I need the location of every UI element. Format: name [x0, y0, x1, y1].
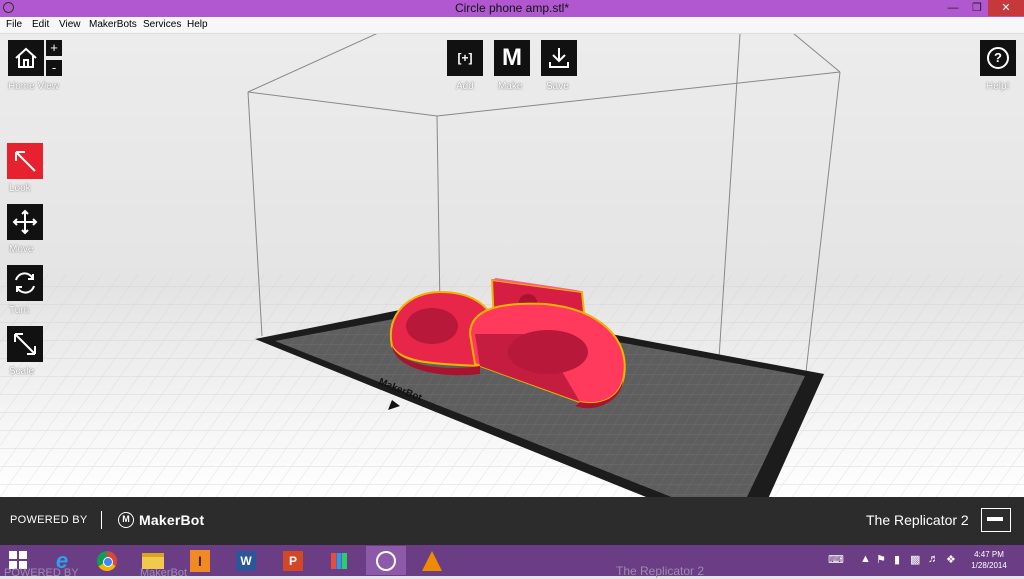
menu-file[interactable]: File [6, 19, 22, 30]
menu-edit[interactable]: Edit [32, 19, 49, 30]
menu-makerbots[interactable]: MakerBots [89, 19, 137, 30]
vlc-icon[interactable] [412, 546, 452, 575]
zoom-in-button[interactable]: + [46, 40, 62, 56]
illustrator-icon[interactable]: I [180, 546, 220, 575]
divider [101, 511, 102, 529]
scale-label: Scale [9, 366, 35, 377]
menu-services[interactable]: Services [143, 19, 181, 30]
windows-taskbar: POWERED BY MakerBot e I W P The Replicat… [0, 545, 1024, 579]
add-button[interactable]: [+] [447, 40, 483, 76]
powered-by-text: POWERED BY [10, 514, 88, 526]
apps-icon[interactable] [319, 546, 359, 575]
move-arrows-icon [12, 209, 38, 235]
3d-viewport[interactable]: MakerBot + - Home View [+] Add M Make Sa… [0, 34, 1024, 497]
chrome-icon[interactable] [87, 546, 127, 575]
file-explorer-icon[interactable] [133, 546, 173, 575]
internet-explorer-icon[interactable]: e [42, 546, 82, 575]
scale-icon [14, 333, 36, 355]
save-label: Save [546, 81, 569, 92]
close-button[interactable]: ✕ [988, 0, 1024, 16]
network-icon[interactable]: ▩ [910, 553, 920, 566]
download-icon [549, 48, 569, 68]
printer-name[interactable]: The Replicator 2 [866, 512, 969, 528]
show-hidden-icons-icon[interactable]: ▲ [860, 553, 871, 565]
move-tool-button[interactable] [7, 204, 43, 240]
powerpoint-icon[interactable]: P [273, 546, 313, 575]
add-label: Add [456, 81, 474, 92]
build-scene: MakerBot [0, 34, 1024, 497]
menu-view[interactable]: View [59, 19, 81, 30]
rotate-icon [15, 272, 35, 294]
look-label: Look [9, 183, 31, 194]
home-view-button[interactable] [8, 40, 44, 76]
makerware-icon[interactable] [366, 546, 406, 575]
make-label: Make [498, 81, 523, 92]
keyboard-icon[interactable]: ⌨ [828, 553, 844, 566]
printer-icon[interactable] [981, 508, 1011, 532]
word-icon[interactable]: W [226, 546, 266, 575]
status-bar: POWERED BY M MakerBot The Replicator 2 [0, 497, 1024, 545]
makerbot-brand: MakerBot [139, 512, 205, 528]
home-view-label: Home View [8, 81, 59, 92]
move-label: Move [9, 244, 34, 255]
taskbar-clock[interactable]: 4:47 PM 1/28/2014 [960, 549, 1018, 571]
window-title-bar: Circle phone amp.stl* — ❐ ✕ [0, 0, 1024, 17]
zoom-out-button[interactable]: - [46, 60, 62, 76]
clock-time: 4:47 PM [974, 550, 1004, 559]
save-button[interactable] [541, 40, 577, 76]
menu-bar: File Edit View MakerBots Services Help [0, 17, 1024, 34]
turn-label: Turn [9, 305, 30, 316]
menu-help[interactable]: Help [187, 19, 208, 30]
help-icon: ? [987, 47, 1009, 69]
power-icon[interactable]: ▮ [894, 553, 900, 566]
dropbox-icon[interactable]: ❖ [946, 553, 956, 566]
maximize-button[interactable]: ❐ [966, 0, 988, 16]
help-label: Help! [986, 81, 1010, 92]
action-center-flag-icon[interactable]: ⚑ [876, 553, 886, 566]
help-button[interactable]: ? [980, 40, 1016, 76]
look-tool-button[interactable] [7, 143, 43, 179]
clock-date: 1/28/2014 [971, 561, 1007, 570]
volume-icon[interactable]: ♬ [928, 553, 939, 565]
turn-tool-button[interactable] [7, 265, 43, 301]
makerbot-logo-icon: M [118, 512, 134, 528]
scale-tool-button[interactable] [7, 326, 43, 362]
make-button[interactable]: M [494, 40, 530, 76]
home-icon [15, 47, 37, 68]
minimize-button[interactable]: — [942, 0, 964, 16]
window-title: Circle phone amp.stl* [454, 1, 570, 15]
look-arrow-icon [15, 151, 36, 172]
